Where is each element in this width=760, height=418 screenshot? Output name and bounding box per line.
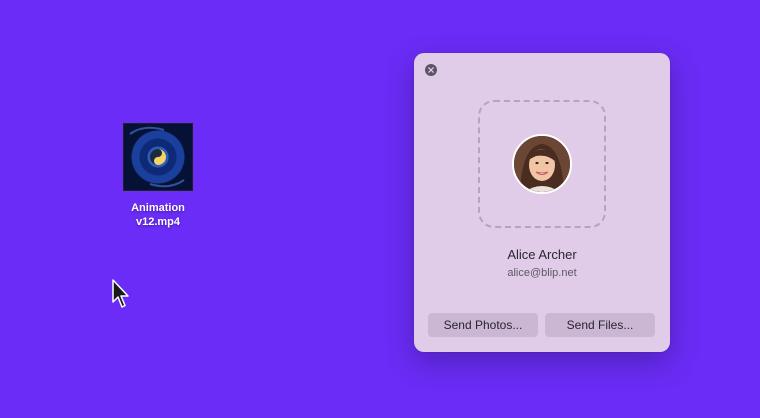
mouse-cursor-icon [112,279,129,308]
desktop-file-animation[interactable]: Animation v12.mp4 [108,123,208,229]
send-files-button[interactable]: Send Files... [545,313,655,337]
file-name-label: Animation v12.mp4 [131,202,185,228]
contact-name: Alice Archer [507,247,577,262]
avatar [512,134,572,194]
close-button[interactable] [425,64,437,76]
send-photos-button[interactable]: Send Photos... [428,313,538,337]
share-panel: Alice Archer alice@blip.net Send Photos.… [414,53,670,352]
close-icon [428,67,434,73]
contact-email: alice@blip.net [507,267,577,279]
video-thumbnail-icon [123,123,193,191]
